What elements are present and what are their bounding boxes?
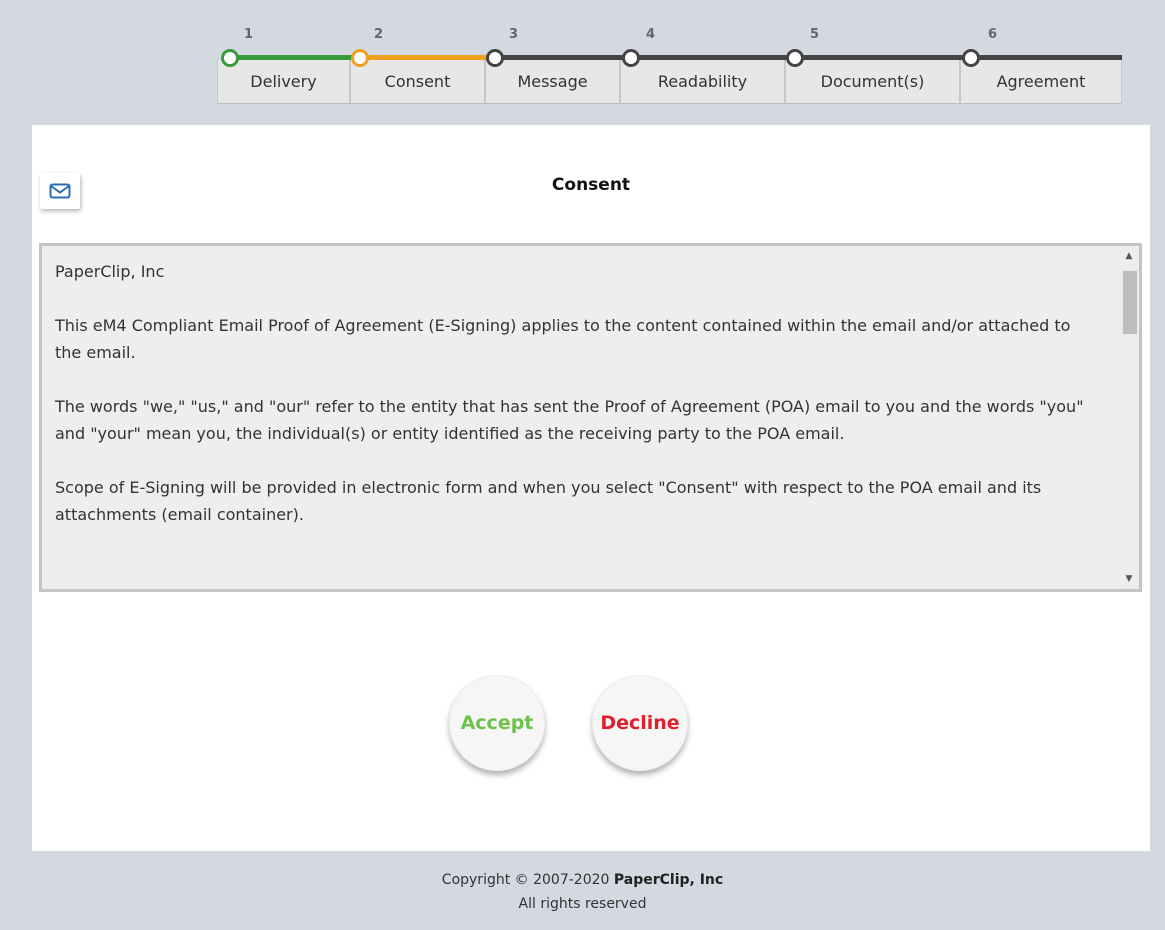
scroll-thumb[interactable]	[1123, 271, 1137, 334]
step-number-4: 4	[646, 27, 656, 42]
consent-text-box[interactable]: PaperClip, Inc This eM4 Compliant Email …	[39, 243, 1142, 592]
consent-paragraph: Scope of E-Signing will be provided in e…	[55, 478, 1042, 524]
scroll-up-arrow-icon[interactable]: ▲	[1119, 248, 1139, 264]
page-title: Consent	[551, 175, 631, 195]
step-tab-documents[interactable]: Document(s)	[785, 60, 960, 104]
step-dot-pending	[786, 49, 804, 67]
accept-button[interactable]: Accept	[449, 675, 545, 771]
consent-paragraph: PaperClip, Inc	[55, 262, 165, 281]
decline-button[interactable]: Decline	[592, 675, 688, 771]
consent-paragraph: This eM4 Compliant Email Proof of Agreem…	[55, 316, 1071, 362]
step-tab-delivery[interactable]: Delivery	[217, 60, 350, 104]
step-dot-completed	[221, 49, 239, 67]
consent-panel: Consent PaperClip, Inc This eM4 Complian…	[32, 125, 1150, 851]
step-dot-current	[351, 49, 369, 67]
step-tab-message[interactable]: Message	[485, 60, 620, 104]
company-name: PaperClip, Inc	[613, 872, 724, 888]
step-number-5: 5	[810, 27, 820, 42]
step-tab-consent[interactable]: Consent	[350, 60, 485, 104]
consent-paragraph: The words "we," "us," and "our" refer to…	[55, 397, 1084, 443]
copyright-line: Copyright © 2007-2020 PaperClip, Inc	[0, 868, 1165, 892]
scroll-down-arrow-icon[interactable]: ▼	[1119, 571, 1139, 587]
step-dot-pending	[486, 49, 504, 67]
step-number-6: 6	[988, 27, 998, 42]
step-number-1: 1	[244, 27, 254, 42]
step-dot-pending	[962, 49, 980, 67]
step-tab-agreement[interactable]: Agreement	[960, 60, 1122, 104]
step-number-2: 2	[374, 27, 384, 42]
progress-stepper: 1 Delivery 2 Consent 3 Message 4 Readabi…	[0, 0, 1165, 110]
step-dot-pending	[622, 49, 640, 67]
step-number-3: 3	[509, 27, 519, 42]
consent-text: PaperClip, Inc This eM4 Compliant Email …	[55, 258, 1095, 555]
scrollbar[interactable]: ▲ ▼	[1119, 246, 1139, 589]
copyright-text: Copyright © 2007-2020	[441, 872, 610, 888]
rights-text: All rights reserved	[518, 896, 647, 912]
step-tab-readability[interactable]: Readability	[620, 60, 785, 104]
footer: Copyright © 2007-2020 PaperClip, Inc All…	[0, 868, 1165, 916]
